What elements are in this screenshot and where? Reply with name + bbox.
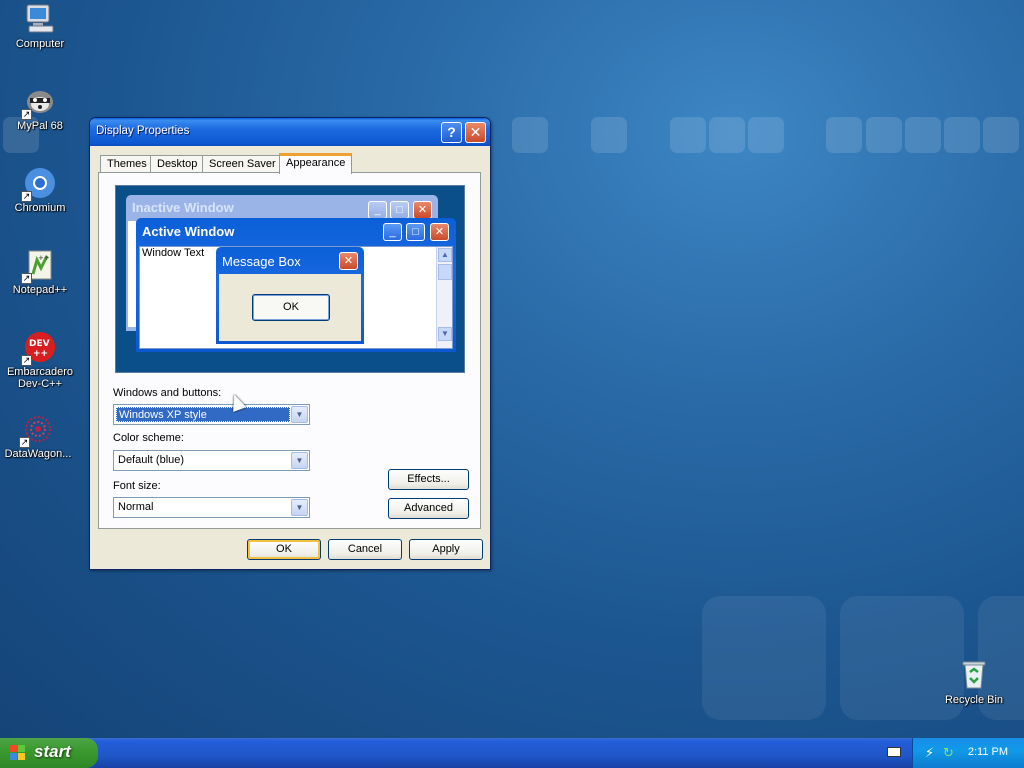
notepad-plus-plus-icon: ++ ↗: [21, 248, 57, 284]
preview-close-icon: ✕: [339, 252, 358, 270]
windows-buttons-label: Windows and buttons:: [113, 387, 222, 399]
help-button[interactable]: ?: [441, 122, 462, 143]
decor-square: [983, 117, 1019, 153]
preview-msgbox-body: OK: [219, 274, 361, 341]
preview-scrollbar: ▲ ▼: [436, 247, 452, 348]
preview-active-title: Active Window: [142, 224, 235, 239]
decor-square: [709, 117, 745, 153]
safely-remove-icon[interactable]: ↻: [943, 745, 954, 761]
appearance-preview: Inactive Window _ □ ✕ Active Window _ □ …: [115, 185, 465, 373]
preview-minimize-icon: _: [383, 223, 402, 241]
tab-themes[interactable]: Themes: [100, 155, 154, 173]
desktop-icon-label: Recycle Bin: [944, 694, 1004, 706]
start-button[interactable]: start: [0, 738, 98, 768]
svg-text:DEV: DEV: [29, 339, 50, 349]
shortcut-arrow-icon: ↗: [21, 191, 32, 202]
chevron-down-icon[interactable]: ▼: [291, 499, 308, 516]
cancel-button[interactable]: Cancel: [328, 539, 402, 560]
shortcut-arrow-icon: ↗: [21, 273, 32, 284]
close-button[interactable]: ✕: [465, 122, 486, 143]
color-scheme-select[interactable]: Default (blue) ▼: [113, 450, 310, 471]
advanced-button[interactable]: Advanced: [388, 498, 469, 519]
decor-square: [748, 117, 784, 153]
desktop-icon-devcpp[interactable]: DEV ++ ↗ Embarcadero Dev-C++: [0, 330, 80, 390]
windows-flag-icon: [10, 745, 27, 761]
shortcut-arrow-icon: ↗: [21, 355, 32, 366]
taskbar: start ⚡ ↻ 2:11 PM: [0, 738, 1024, 768]
scroll-down-icon: ▼: [438, 327, 452, 341]
desktop-icon-label: DataWagon...: [4, 448, 72, 460]
scroll-thumb: [438, 264, 452, 280]
decor-square: [512, 117, 548, 153]
tab-screen-saver[interactable]: Screen Saver: [202, 155, 283, 173]
computer-icon: [23, 2, 57, 36]
preview-close-icon: ✕: [430, 223, 449, 241]
svg-text:++: ++: [33, 349, 48, 359]
chromium-icon: ↗: [21, 166, 57, 202]
keyboard-icon[interactable]: [887, 747, 901, 757]
decor-square: [905, 117, 941, 153]
font-size-label: Font size:: [113, 480, 161, 492]
font-size-value: Normal: [118, 501, 154, 513]
decor-big-square: [702, 596, 826, 720]
preview-inactive-title: Inactive Window: [132, 200, 234, 215]
system-tray: ⚡ ↻ 2:11 PM: [912, 738, 1024, 768]
desktop-icon-label: Notepad++: [12, 284, 68, 296]
decor-square: [866, 117, 902, 153]
dialog-titlebar[interactable]: Display Properties ? ✕: [90, 118, 490, 146]
windows-buttons-select[interactable]: Windows XP style ▼: [113, 404, 310, 425]
decor-square: [826, 117, 862, 153]
chevron-down-icon[interactable]: ▼: [291, 452, 308, 469]
decor-square: [591, 117, 627, 153]
windows-buttons-value: Windows XP style: [116, 407, 290, 422]
color-scheme-value: Default (blue): [118, 454, 185, 466]
ok-button[interactable]: OK: [247, 539, 321, 560]
apply-button[interactable]: Apply: [409, 539, 483, 560]
raccoon-icon: ↗: [21, 84, 57, 120]
start-label: start: [34, 742, 71, 761]
desktop-icon-notepadpp[interactable]: ++ ↗ Notepad++: [0, 248, 80, 296]
dialog-title: Display Properties: [96, 125, 190, 137]
shortcut-arrow-icon: ↗: [19, 437, 30, 448]
preview-close-icon: ✕: [413, 201, 432, 219]
dev-cpp-icon: DEV ++ ↗: [21, 330, 57, 366]
desktop-icon-chromium[interactable]: ↗ Chromium: [0, 166, 80, 214]
preview-inactive-body: [128, 221, 136, 327]
decor-square: [944, 117, 980, 153]
desktop-icon-label: Chromium: [14, 202, 66, 214]
clock[interactable]: 2:11 PM: [968, 746, 1008, 758]
preview-minimize-icon: _: [368, 201, 387, 219]
shortcut-arrow-icon: ↗: [21, 109, 32, 120]
preview-ok-button: OK: [252, 294, 330, 321]
preview-message-box: Message Box ✕ OK: [216, 247, 364, 344]
desktop-icon-mypal[interactable]: ↗ MyPal 68: [0, 84, 80, 132]
font-size-select[interactable]: Normal ▼: [113, 497, 310, 518]
preview-maximize-icon: □: [406, 223, 425, 241]
desktop: Computer ↗ MyPal 68 ↗ Chromium ++ ↗ Note…: [0, 0, 1024, 738]
effects-button[interactable]: Effects...: [388, 469, 469, 490]
desktop-icon-recycle-bin[interactable]: Recycle Bin: [934, 658, 1014, 706]
desktop-icon-label: MyPal 68: [17, 120, 63, 132]
decor-square: [670, 117, 706, 153]
color-scheme-label: Color scheme:: [113, 432, 184, 444]
datawagon-icon: ↗: [19, 412, 55, 448]
recycle-bin-icon: [957, 658, 991, 692]
desktop-icon-datawagon[interactable]: ↗ DataWagon...: [0, 412, 78, 460]
chevron-down-icon[interactable]: ▼: [291, 406, 308, 423]
preview-window-text: Window Text: [142, 247, 205, 259]
appearance-panel: Inactive Window _ □ ✕ Active Window _ □ …: [98, 172, 481, 529]
desktop-icon-computer[interactable]: Computer: [0, 2, 80, 50]
display-properties-dialog: Display Properties ? ✕ Themes Desktop Sc…: [89, 117, 491, 570]
scroll-up-icon: ▲: [438, 248, 452, 262]
tab-appearance[interactable]: Appearance: [279, 153, 353, 174]
svg-text:++: ++: [38, 254, 50, 262]
tab-desktop[interactable]: Desktop: [150, 155, 205, 173]
desktop-icon-label: Computer: [15, 38, 65, 50]
preview-maximize-icon: □: [390, 201, 409, 219]
preview-msgbox-title: Message Box: [222, 254, 301, 269]
desktop-icon-label: Embarcadero Dev-C++: [6, 366, 74, 390]
network-icon[interactable]: ⚡: [925, 745, 934, 761]
